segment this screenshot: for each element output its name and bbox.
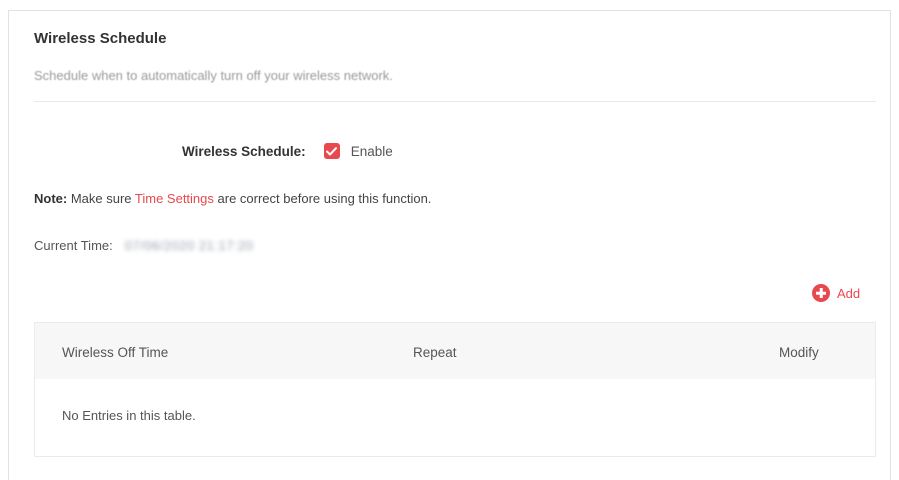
add-button[interactable]: Add	[812, 284, 860, 302]
note-text-before: Make sure	[67, 191, 135, 206]
note-prefix: Note:	[34, 191, 68, 206]
column-header-modify: Modify	[779, 345, 819, 360]
table-body: No Entries in this table.	[35, 379, 875, 456]
column-header-repeat: Repeat	[413, 345, 457, 360]
divider	[34, 101, 876, 102]
current-time-value: 07/06/2020 21:17:20	[124, 238, 254, 253]
empty-table-message: No Entries in this table.	[62, 408, 196, 423]
note-text-after: are correct before using this function.	[213, 191, 432, 206]
enable-label: Enable	[350, 143, 393, 159]
section-description: Schedule when to automatically turn off …	[34, 68, 393, 83]
add-button-label: Add	[837, 285, 861, 301]
column-header-wireless-off-time: Wireless Off Time	[62, 345, 169, 360]
time-settings-link[interactable]: Time Settings	[135, 191, 214, 206]
table-header: Wireless Off Time Repeat Modify	[35, 323, 875, 379]
check-icon	[326, 146, 338, 155]
plus-circle-icon	[812, 284, 830, 302]
current-time-label: Current Time:	[34, 238, 113, 253]
wireless-schedule-row: Wireless Schedule: Enable	[182, 143, 393, 159]
section-title: Wireless Schedule	[34, 30, 167, 47]
enable-checkbox[interactable]	[323, 143, 340, 159]
current-time-row: Current Time: 07/06/2020 21:17:20	[34, 238, 254, 253]
schedule-table: Wireless Off Time Repeat Modify No Entri…	[34, 322, 876, 457]
note: Note: Make sure Time Settings are correc…	[34, 191, 431, 206]
wireless-schedule-label: Wireless Schedule:	[182, 143, 306, 159]
